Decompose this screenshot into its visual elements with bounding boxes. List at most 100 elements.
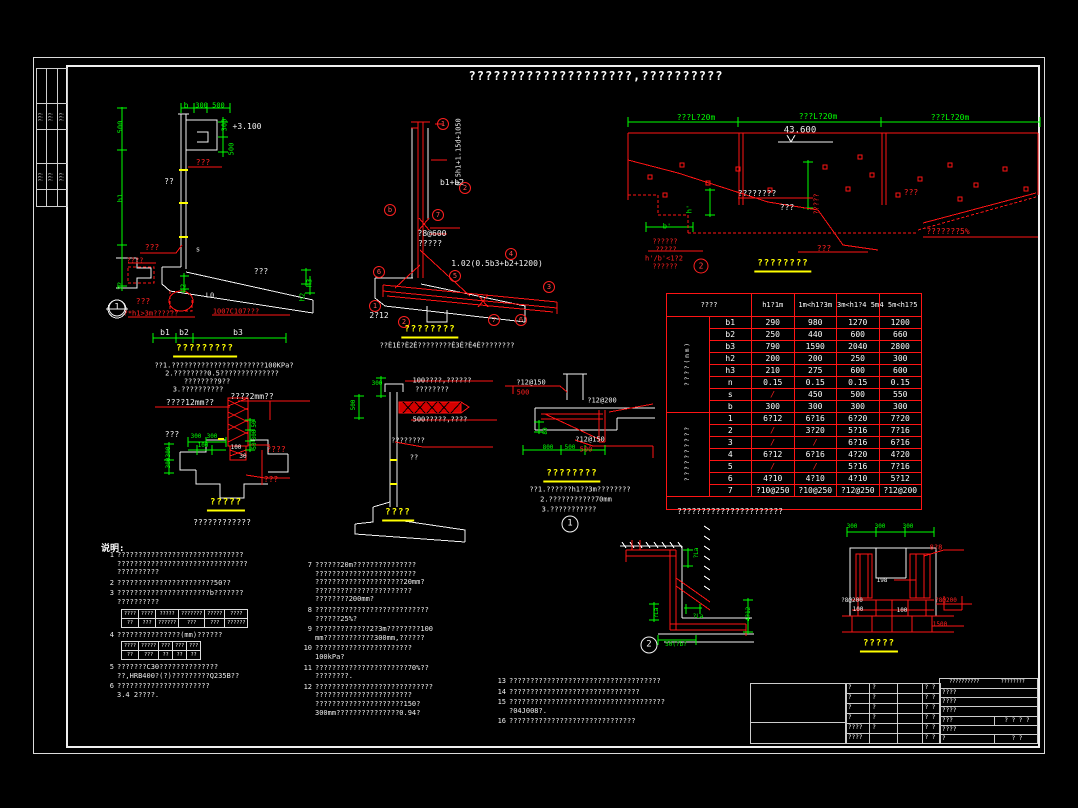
size-table-cell: ?12@200 <box>878 484 922 497</box>
a-lbl-red-left2: ???? <box>126 256 144 265</box>
mini-table-cell: ??? <box>138 650 160 661</box>
size-table-row-name: 6 <box>708 472 752 485</box>
h-lbl-8phi8: 8?8 <box>929 543 943 552</box>
h-lbl-100a: 100 <box>852 606 864 613</box>
h-lbl-100b: 100 <box>896 607 908 614</box>
note-text: ???????????????????????????? ???????????… <box>315 682 434 717</box>
mini-table-cell: ?????? <box>155 617 180 628</box>
notes-mini-table: ????????????????????????????? <box>120 641 202 661</box>
a-dim-h3: h3 <box>305 278 314 288</box>
size-table-cell: 980 <box>793 316 837 329</box>
tb-left-cell <box>751 723 846 743</box>
note-item: 4 ???????????????(mm)?????? <box>103 631 309 640</box>
a-lbl-l0: L0 <box>205 291 215 300</box>
tb-cell: ? <box>846 684 870 694</box>
note-text: ????????????????????????????????????? ?0… <box>509 698 665 715</box>
d-dim-r300: 300 <box>251 429 258 441</box>
tb-cell: ? <box>870 704 898 714</box>
a-dim-500-rot-right: 500 <box>227 142 236 156</box>
size-table-cell: 4?10 <box>836 472 880 485</box>
a-dim-b: b <box>183 101 189 110</box>
f-lbl-top: ?12@150 <box>516 378 546 387</box>
b-lbl-stirrup2: ????? <box>417 239 443 248</box>
size-table-cell: 300 <box>836 400 880 413</box>
a-dim-b2-rot: b2 <box>179 283 188 293</box>
size-table-corner: ???? <box>666 293 752 317</box>
tb-cell <box>898 714 922 724</box>
note-item: 8??????????????????????????? ??????25%? <box>301 606 503 623</box>
size-table-row-name: b1 <box>708 316 752 329</box>
mini-table-cell: ??????? <box>178 608 206 619</box>
size-table-cell: 450 <box>793 388 837 401</box>
note-item: 13???????????????????????????????????? <box>495 677 733 686</box>
note-item: 7 ??????20m??????????????? ??????????????… <box>301 561 503 604</box>
tb-cell <box>898 694 922 704</box>
size-table-cell: 5?16 <box>836 424 880 437</box>
tb-left <box>750 683 847 744</box>
c-lbl-mid: ???????? <box>737 189 777 198</box>
a-lbl-wall: ?? <box>164 177 174 186</box>
h-lbl-phi8-left: ?8@200 <box>841 597 863 604</box>
size-table-cell: 5?12 <box>878 472 922 485</box>
size-table-row-name: 2 <box>708 424 752 437</box>
tb-mid: ?????????????????? ?? ?? ?? ?? ?? ? <box>845 683 941 744</box>
size-table-cell: 300 <box>878 400 922 413</box>
size-table-group-rebar: ?????????? <box>666 412 710 497</box>
size-table-row-name: 1 <box>708 412 752 425</box>
c-dim-seg2: ???L?20m <box>798 112 838 121</box>
a-lbl-red-left: ??? <box>144 243 160 252</box>
note-text: ??????????????????????????? ??????25%? <box>315 605 429 623</box>
c-lbl-l1: ?????? <box>652 237 678 246</box>
a-lbl-s: s <box>195 245 201 254</box>
mini-table-cell: ??? <box>158 641 174 652</box>
note-text: ??????????????????????? 100kPa? <box>315 644 412 661</box>
mini-table-cell: ?? <box>186 650 202 661</box>
mini-table-cell: ?? <box>120 650 140 661</box>
note-number: 14 <box>497 687 506 696</box>
tb-right-row: ???? <box>940 698 1037 708</box>
h-lbl-phi8-right: ?8@200 <box>935 597 957 604</box>
f-section-mark: 1 <box>561 515 579 533</box>
d-lbl-red2: ??? <box>263 475 279 484</box>
tb-cell: ???? <box>942 725 957 733</box>
d-dim-300b: 300 <box>206 433 218 440</box>
tb-cell: ? <box>870 694 898 704</box>
note-number: 12 <box>303 682 312 691</box>
size-table-cell: 6?16 <box>836 436 880 449</box>
size-table-group-dims: ????(mm) <box>666 316 710 413</box>
note-item: 15????????????????????????????????????? … <box>495 698 733 715</box>
size-table-cell: 4?20 <box>878 448 922 461</box>
f-note-3: 3.??????????? <box>541 505 597 514</box>
size-table-cell: 290 <box>751 316 795 329</box>
c-dim-seg3: ???L?20m <box>930 113 970 122</box>
d-caption: ????? <box>206 498 246 512</box>
size-table-cell: ?10@250 <box>793 484 837 497</box>
d-lbl-left: ??? <box>164 430 180 439</box>
size-table-row-name: b2 <box>708 328 752 341</box>
size-table-row-name: b3 <box>708 340 752 353</box>
a-dim-t2: ?? <box>116 281 125 291</box>
a-sec-note: ?*h1>3m?????? <box>123 309 179 318</box>
size-table-cell: 2040 <box>836 340 880 353</box>
h-dim-300a: 300 <box>846 523 858 530</box>
c-lbl-l3: h'/b'<1?2 <box>645 254 683 263</box>
tb-cell: ???? <box>942 689 957 696</box>
note-number: 7 <box>307 561 312 569</box>
c-lbl-slope: ???????5% <box>926 227 970 236</box>
d-subcaption: ???????????? <box>193 518 251 527</box>
size-table-row-name: b <box>708 400 752 413</box>
note-text: ???????????????????????50?? <box>117 578 231 587</box>
table-footnote: ?????????????????????? <box>677 507 783 516</box>
f-note-2: 2.???????????70mm <box>540 495 612 504</box>
mini-table-cell: ?? <box>120 617 140 628</box>
size-table-row-name: 7 <box>708 484 752 497</box>
e-dim-300: 300 <box>371 380 383 387</box>
c-lbl-rot-red: ????? <box>812 193 821 215</box>
size-table-cell: 275 <box>793 364 837 377</box>
tb-cell: ???? <box>942 698 957 706</box>
note-number: 3 <box>109 589 114 598</box>
tb-cell <box>898 734 921 743</box>
size-table-row-name: 3 <box>708 436 752 449</box>
c-callout-2: 2 <box>693 258 709 274</box>
note-item: 5 ???????C30?????????????? ??,HRB400?(?)?… <box>103 663 309 680</box>
